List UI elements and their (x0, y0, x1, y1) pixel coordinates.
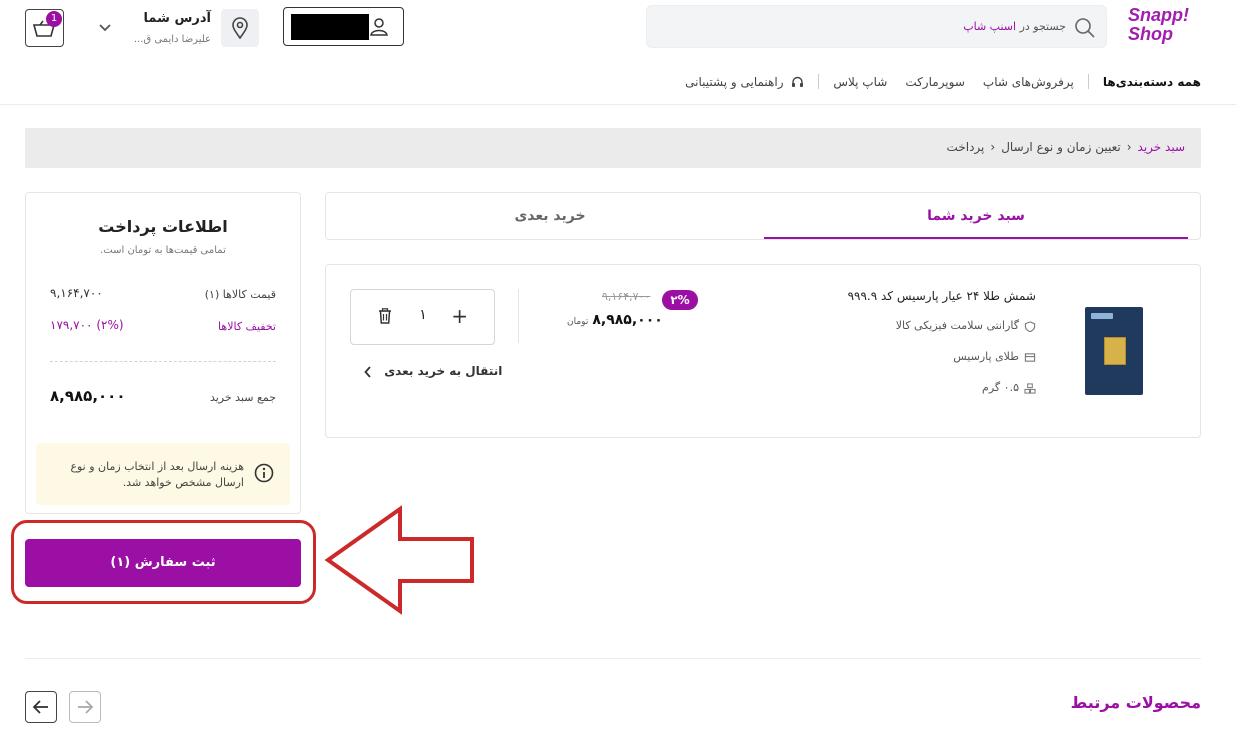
arrow-right-icon (78, 700, 94, 714)
search-placeholder: جستجو در اسنپ شاپ (963, 20, 1066, 33)
logo-line-2: Shop (1128, 24, 1173, 44)
chevron-down-icon[interactable] (98, 22, 112, 36)
items-price-label: قیمت کالاها (۱) (204, 288, 276, 301)
tab-your-cart[interactable]: سبد خرید شما (764, 193, 1188, 239)
nav-bestsellers[interactable]: پرفروش‌های شاپ (983, 75, 1074, 89)
location-pin-icon (232, 17, 248, 39)
product-image[interactable] (1085, 307, 1143, 395)
product-guarantee: گارانتی سلامت فیزیکی کالا (896, 319, 1036, 332)
info-icon (254, 463, 274, 486)
quantity-stepper: ۱ + (350, 289, 495, 345)
cart-count-badge: 1 (46, 11, 62, 27)
trash-icon[interactable] (378, 308, 392, 327)
move-to-next-purchase-link[interactable]: انتقال به خرید بعدی (364, 364, 502, 378)
payment-subtitle: تمامی قیمت‌ها به تومان است. (100, 245, 226, 256)
snapp-shop-logo[interactable]: Snapp! Shop (1128, 6, 1202, 48)
nav-all-categories[interactable]: همه دسته‌بندی‌ها (1103, 75, 1201, 89)
old-price: ۹,۱۶۴,۷۰۰ (602, 290, 651, 303)
address-subtitle[interactable]: علیرضا دایمی ق... (96, 34, 211, 45)
nav-support[interactable]: راهنمایی و پشتیبانی (685, 75, 804, 89)
search-icon (1074, 17, 1096, 42)
payment-title: اطلاعات پرداخت (98, 217, 228, 236)
arrow-left-icon (32, 700, 48, 714)
breadcrumb-shipping[interactable]: تعیین زمان و نوع ارسال (1001, 140, 1121, 154)
currency-label: تومان (567, 317, 589, 327)
total-value: ۸,۹۸۵,۰۰۰ (50, 387, 126, 405)
nav-support-label: راهنمایی و پشتیبانی (685, 74, 784, 89)
main-nav: همه دسته‌بندی‌ها پرفروش‌های شاپ سوپرمارک… (685, 74, 1201, 89)
location-button[interactable] (221, 9, 259, 47)
chevron-left-icon (364, 365, 371, 378)
nav-supermarket[interactable]: سوپرمارکت (905, 75, 965, 89)
payment-info-panel: اطلاعات پرداخت تمامی قیمت‌ها به تومان اس… (25, 192, 301, 514)
discount-label: تخفیف کالاها (218, 320, 276, 333)
items-price-value: ۹,۱۶۴,۷۰۰ (50, 286, 103, 300)
discount-value: (۲%) ۱۷۹,۷۰۰ (50, 318, 124, 332)
payment-divider (50, 361, 276, 362)
user-account-button[interactable] (283, 7, 404, 46)
cart-tabs: سبد خرید شما خرید بعدی (325, 192, 1201, 240)
logo-line-1: Snapp! (1128, 5, 1189, 25)
carousel-next-button[interactable] (69, 691, 101, 723)
carousel-prev-button[interactable] (25, 691, 57, 723)
product-seller: طلای پارسیس (953, 350, 1036, 363)
shipping-notice: هزینه ارسال بعد از انتخاب زمان و نوع ارس… (36, 443, 290, 505)
related-products-title: محصولات مرتبط (1070, 693, 1201, 712)
store-icon (1024, 352, 1036, 362)
highlight-ring (11, 520, 316, 604)
search-bar[interactable]: جستجو در اسنپ شاپ (646, 5, 1107, 48)
quantity-value: ۱ (419, 307, 427, 323)
address-title[interactable]: آدرس شما (96, 11, 211, 26)
card-divider (518, 289, 519, 343)
tab-next-purchase[interactable]: خرید بعدی (338, 193, 762, 239)
chevron-left-icon: ‹ (990, 140, 996, 154)
shipping-notice-text: هزینه ارسال بعد از انتخاب زمان و نوع ارس… (70, 460, 244, 489)
product-weight: ۰.۵ گرم (982, 381, 1036, 394)
headset-icon (792, 76, 804, 87)
search-placeholder-brand: اسنپ شاپ (963, 20, 1017, 33)
gold-bar-graphic (1104, 337, 1126, 365)
shield-icon (1024, 320, 1036, 332)
product-image-brand-mark (1091, 313, 1113, 319)
breadcrumb: سبد خرید ‹ تعیین زمان و نوع ارسال ‹ پرداخت (25, 128, 1201, 168)
gold-bars-icon (1024, 382, 1036, 394)
product-title[interactable]: شمش طلا ۲۴ عیار پارسیس کد ۹۹۹.۹ (848, 289, 1036, 303)
annotation-arrow (324, 505, 474, 615)
cart-item-card: شمش طلا ۲۴ عیار پارسیس کد ۹۹۹.۹ گارانتی … (325, 264, 1201, 438)
header-divider (0, 104, 1236, 105)
redacted-user-name (291, 14, 369, 40)
total-label: جمع سبد خرید (209, 391, 276, 404)
section-divider (25, 658, 1201, 659)
final-price: ۸,۹۸۵,۰۰۰تومان (567, 312, 663, 328)
nav-separator (1087, 74, 1089, 89)
chevron-left-icon: ‹ (1126, 140, 1132, 154)
user-icon (369, 17, 389, 40)
breadcrumb-payment: پرداخت (946, 140, 985, 154)
breadcrumb-cart[interactable]: سبد خرید (1138, 140, 1185, 154)
final-price-value: ۸,۹۸۵,۰۰۰ (592, 312, 663, 328)
nav-shop-plus[interactable]: شاپ پلاس (833, 75, 887, 89)
plus-icon[interactable]: + (451, 305, 468, 327)
discount-badge: ۲% (662, 290, 698, 310)
nav-separator (818, 74, 820, 89)
